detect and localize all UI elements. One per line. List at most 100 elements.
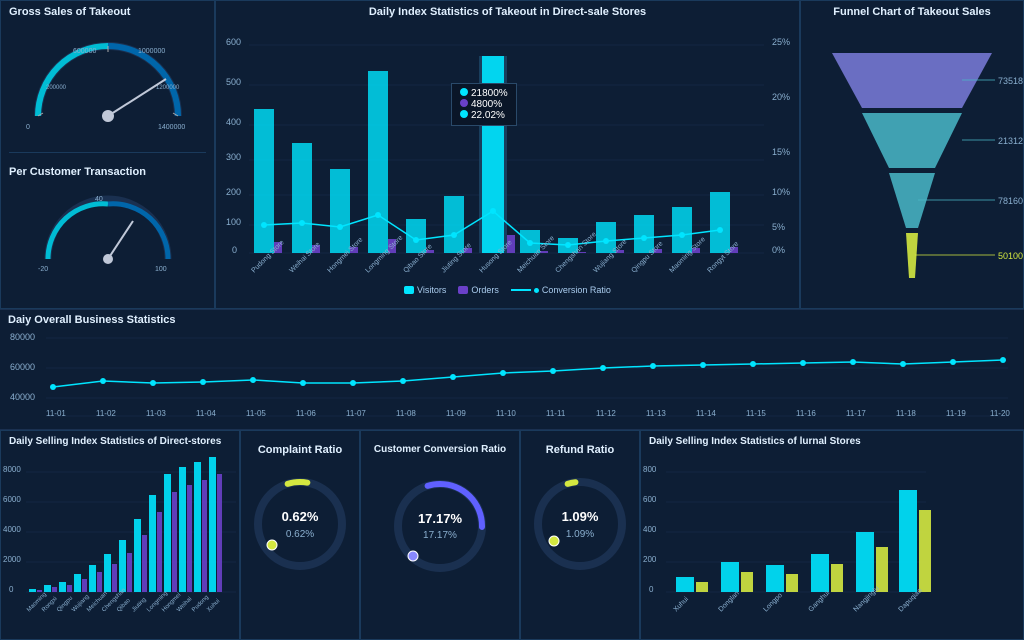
legend-visitors-icon (404, 286, 414, 294)
conversion-title: Customer Conversion Ratio (366, 439, 514, 460)
svg-text:60000: 60000 (10, 362, 35, 372)
svg-text:11-04: 11-04 (196, 409, 216, 418)
svg-text:11-11: 11-11 (546, 409, 566, 418)
funnel-val4: 501000% (998, 251, 1024, 261)
svg-text:11-03: 11-03 (146, 409, 166, 418)
daily-overall-chart: 80000 60000 40000 (8, 328, 1016, 418)
per-customer-gauge: -20 40 100 (1, 187, 214, 308)
svg-text:11-14: 11-14 (696, 409, 716, 418)
funnel-panel: Funnel Chart of Takeout Sales 7351800% 2 (800, 0, 1024, 309)
svg-text:200: 200 (226, 187, 241, 197)
svg-text:11-02: 11-02 (96, 409, 116, 418)
complaint-panel: Complaint Ratio 0.62% 0.62% (240, 430, 360, 640)
svg-text:600000: 600000 (73, 48, 96, 55)
refund-panel: Refund Ratio 1.09% 1.09% (520, 430, 640, 640)
refund-title: Refund Ratio (538, 439, 622, 461)
svg-text:80000: 80000 (10, 332, 35, 342)
complaint-gauge: 0.62% 0.62% (245, 469, 355, 579)
legend-conversion: Conversion Ratio (511, 285, 611, 295)
refund-value: 1.09% (562, 509, 599, 524)
complaint-title: Complaint Ratio (250, 439, 350, 461)
svg-text:100: 100 (155, 266, 167, 271)
svg-text:Xuhui: Xuhui (206, 598, 221, 613)
conversion-label: 17.17% (423, 530, 457, 541)
funnel-chart: 7351800% 2131200% 781600% 501000% (800, 23, 1024, 283)
svg-text:500: 500 (226, 77, 241, 87)
svg-text:0: 0 (9, 585, 14, 594)
direct-stores-panel: Daily Selling Index Statistics of Direct… (0, 430, 240, 640)
legend-orders-label: Orders (471, 285, 499, 295)
daily-index-chart: 600 500 400 300 200 100 0 25% 20% 15% 10… (224, 25, 794, 280)
conversion-value: 17.17% (417, 511, 462, 526)
svg-text:40000: 40000 (10, 392, 35, 402)
svg-text:2000: 2000 (3, 555, 21, 564)
direct-stores-chart: 8000 6000 4000 2000 0 (1, 452, 240, 627)
svg-text:0%: 0% (772, 245, 785, 255)
tooltip-val1: 21800% (471, 88, 508, 99)
svg-text:Donglan: Donglan (717, 590, 740, 613)
funnel-val1: 7351800% (998, 76, 1024, 86)
svg-text:6000: 6000 (3, 495, 21, 504)
svg-text:600: 600 (226, 37, 241, 47)
svg-text:300: 300 (226, 152, 241, 162)
tooltip-box: 21800% 4800% 22.02% (451, 83, 517, 126)
per-customer-title: Per Customer Transaction (1, 161, 214, 183)
conversion-gauge: 17.17% 17.17% (368, 468, 513, 578)
svg-text:25%: 25% (772, 37, 790, 47)
svg-text:11-20: 11-20 (990, 409, 1010, 418)
svg-text:0: 0 (649, 585, 654, 594)
svg-text:11-16: 11-16 (796, 409, 816, 418)
refund-label: 1.09% (566, 529, 594, 540)
svg-text:11-13: 11-13 (646, 409, 666, 418)
svg-text:11-18: 11-18 (896, 409, 916, 418)
complaint-label: 0.62% (286, 529, 314, 540)
daily-overall-panel: Daiy Overall Business Statistics 80000 6… (0, 310, 1024, 430)
svg-text:Xuhui: Xuhui (672, 595, 690, 613)
svg-text:200: 200 (643, 555, 657, 564)
gross-sales-panel: Gross Sales of Takeout (0, 0, 215, 309)
svg-text:800: 800 (643, 465, 657, 474)
legend-orders: Orders (458, 285, 499, 295)
svg-text:10%: 10% (772, 187, 790, 197)
svg-text:1200000: 1200000 (156, 85, 180, 91)
svg-text:11-12: 11-12 (596, 409, 616, 418)
svg-text:11-08: 11-08 (396, 409, 416, 418)
lurnal-stores-chart: 800 600 400 200 0 (641, 452, 931, 627)
svg-text:15%: 15% (772, 147, 790, 157)
svg-text:0: 0 (26, 124, 30, 131)
svg-text:100: 100 (226, 217, 241, 227)
svg-text:40: 40 (95, 196, 103, 203)
svg-text:200000: 200000 (46, 85, 67, 91)
funnel-title: Funnel Chart of Takeout Sales (801, 1, 1023, 23)
svg-text:400: 400 (226, 117, 241, 127)
daily-index-panel: Daily Index Statistics of Takeout in Dir… (215, 0, 800, 309)
svg-text:11-05: 11-05 (246, 409, 266, 418)
svg-text:11-10: 11-10 (496, 409, 516, 418)
svg-text:400: 400 (643, 525, 657, 534)
legend-conversion-dot (534, 288, 539, 293)
svg-text:11-07: 11-07 (346, 409, 366, 418)
svg-text:4000: 4000 (3, 525, 21, 534)
refund-gauge: 1.09% 1.09% (525, 469, 635, 579)
per-customer-gauge-svg: -20 40 100 (33, 191, 183, 271)
tooltip-val2: 4800% (471, 99, 502, 110)
svg-text:Longpo: Longpo (762, 592, 784, 614)
lurnal-stores-panel: Daily Selling Index Statistics of lurnal… (640, 430, 1024, 640)
lurnal-stores-title: Daily Selling Index Statistics of lurnal… (641, 431, 1023, 452)
svg-text:Ganghui: Ganghui (807, 589, 831, 613)
svg-text:600: 600 (643, 495, 657, 504)
svg-text:11-06: 11-06 (296, 409, 316, 418)
svg-text:11-09: 11-09 (446, 409, 466, 418)
svg-text:-20: -20 (38, 266, 48, 271)
funnel-val3: 781600% (998, 196, 1024, 206)
svg-text:11-17: 11-17 (846, 409, 866, 418)
svg-text:11-01: 11-01 (46, 409, 66, 418)
legend-orders-icon (458, 286, 468, 294)
svg-text:20%: 20% (772, 92, 790, 102)
legend-visitors: Visitors (404, 285, 446, 295)
daily-index-title: Daily Index Statistics of Takeout in Dir… (216, 1, 799, 23)
svg-text:1400000: 1400000 (158, 124, 185, 131)
direct-stores-title: Daily Selling Index Statistics of Direct… (1, 431, 239, 452)
svg-text:8000: 8000 (3, 465, 21, 474)
funnel-val2: 2131200% (998, 136, 1024, 146)
